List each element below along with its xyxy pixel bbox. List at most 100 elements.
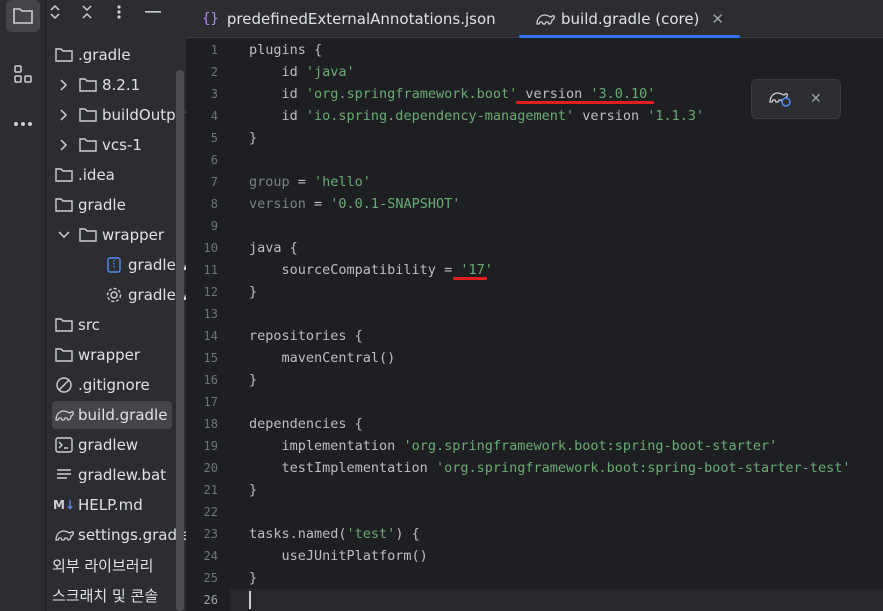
code-line: java { (249, 240, 298, 256)
tree-item[interactable]: wrapper (54, 341, 140, 369)
tree-scrollbar[interactable] (176, 70, 184, 611)
line-number: 22 (203, 505, 218, 519)
tree-item-label: 8.2.1 (102, 76, 141, 94)
code-line: tasks.named('test') { (249, 526, 420, 542)
tree-item[interactable]: .idea (54, 161, 115, 189)
line-number: 18 (203, 417, 218, 431)
code-line: } (249, 482, 258, 498)
line-number: 2 (210, 65, 218, 79)
folder-icon (54, 345, 74, 365)
line-number: 21 (203, 483, 218, 497)
json-braces-icon: {} (202, 11, 219, 27)
code-line: plugins { (249, 42, 323, 58)
tree-item-label: buildOutputCleanup (102, 106, 186, 124)
tree-item[interactable]: gradlew.bat (54, 461, 166, 489)
tree-item-label: vcs-1 (102, 136, 142, 154)
structure-view-button[interactable] (6, 58, 40, 90)
tree-item[interactable]: 스크래치 및 콘솔 (46, 581, 158, 609)
tree-item[interactable]: .gradle (54, 41, 131, 69)
folder-icon (54, 165, 74, 185)
code-line: } (249, 570, 258, 586)
line-number: 3 (210, 87, 218, 101)
folder-icon (54, 45, 74, 65)
tab-label: build.gradle (core) (561, 10, 700, 28)
tab-predefined-external-annotations[interactable]: {} predefinedExternalAnnotations.json (202, 0, 496, 38)
line-number: 6 (210, 153, 218, 167)
tab-build-gradle[interactable]: build.gradle (core) ✕ (519, 0, 740, 38)
code-line: repositories { (249, 328, 363, 344)
tree-item[interactable]: buildOutputCleanup (56, 101, 186, 129)
code-line: id 'java' (249, 64, 355, 80)
tree-item[interactable]: gradle-wrapper.properties (104, 281, 186, 309)
line-number: 5 (210, 131, 218, 145)
line-number: 15 (203, 351, 218, 365)
tree-item-label: .gitignore (78, 376, 150, 394)
archive-icon (104, 255, 124, 275)
gradle-reload-popup: ✕ (751, 79, 841, 119)
code-line: version = '0.0.1-SNAPSHOT' (249, 196, 461, 212)
tree-item[interactable]: wrapper (56, 221, 164, 249)
line-number: 26 (203, 593, 218, 607)
tree-item-label: 외부 라이브러리 (52, 556, 154, 575)
text-file-icon (54, 465, 74, 485)
editor-tabs: {} predefinedExternalAnnotations.json bu… (186, 0, 883, 38)
code-line: group = 'hello' (249, 174, 371, 190)
expand-all-icon[interactable] (46, 3, 64, 21)
code-line: } (249, 284, 258, 300)
tree-item[interactable]: src (54, 311, 100, 339)
project-view-button[interactable] (6, 0, 40, 32)
close-icon[interactable]: ✕ (810, 91, 822, 107)
tree-item[interactable]: vcs-1 (56, 131, 142, 159)
code-line: id 'io.spring.dependency-management' ver… (249, 108, 705, 124)
tree-item[interactable]: gradlew (54, 431, 138, 459)
chevron-right-icon[interactable] (56, 77, 72, 93)
line-number: 7 (210, 175, 218, 189)
code-editor[interactable]: 1 2 3 4 5 6 7 8 9 10 11 12 13 14 15 16 17 18 19 20 21 22 23 24 2… (186, 39, 883, 611)
text-caret (249, 591, 251, 609)
underline-annotation (453, 277, 487, 280)
tab-label: predefinedExternalAnnotations.json (226, 10, 496, 28)
activity-bar (0, 0, 46, 611)
chevron-right-icon[interactable] (56, 137, 72, 153)
options-menu-icon[interactable] (110, 3, 128, 21)
code-line: useJUnitPlatform() (249, 548, 428, 564)
code-line: } (249, 130, 258, 146)
tree-item-label: HELP.md (78, 496, 143, 514)
tree-item-label: wrapper (102, 226, 165, 244)
more-tools-button[interactable] (6, 108, 40, 140)
tree-item-label: settings.gradle (78, 526, 186, 544)
tree-item[interactable]: build.gradle (52, 401, 172, 429)
close-icon[interactable]: ✕ (711, 10, 724, 28)
line-number: 9 (210, 219, 218, 233)
tree-item[interactable]: settings.gradle (54, 521, 186, 549)
tree-item-label: gradle (78, 196, 126, 214)
chevron-right-icon[interactable] (56, 107, 72, 123)
tree-item[interactable]: .gitignore (54, 371, 150, 399)
collapse-all-icon[interactable] (78, 3, 96, 21)
line-number: 4 (210, 109, 218, 123)
hide-panel-icon[interactable] (144, 3, 162, 21)
line-number: 19 (203, 439, 218, 453)
code-line: } (249, 372, 258, 388)
tree-item[interactable]: gradle-wrapper.jar (104, 251, 186, 279)
markdown-icon: M↓ (53, 498, 76, 512)
line-number: 10 (203, 241, 218, 255)
tree-item-label: .gradle (78, 46, 131, 64)
gradle-elephant-icon (54, 405, 74, 425)
tree-item[interactable]: 8.2.1 (56, 71, 140, 99)
code-line: implementation 'org.springframework.boot… (249, 438, 778, 454)
tree-item-label: src (78, 316, 100, 334)
tree-item[interactable]: 외부 라이브러리 (46, 551, 153, 579)
folder-icon (78, 105, 98, 125)
tree-item[interactable]: M↓ HELP.md (53, 491, 143, 519)
line-number: 11 (203, 263, 218, 277)
chevron-down-icon[interactable] (56, 227, 72, 243)
tree-item[interactable]: gradle (54, 191, 126, 219)
gradle-sync-icon[interactable] (768, 87, 792, 111)
folder-icon (78, 75, 98, 95)
settings-gear-icon (104, 285, 124, 305)
tree-item-label: gradlew (78, 436, 139, 454)
tree-item-label: build.gradle (78, 406, 168, 424)
gradle-elephant-icon (536, 14, 555, 25)
ignore-icon (54, 375, 74, 395)
